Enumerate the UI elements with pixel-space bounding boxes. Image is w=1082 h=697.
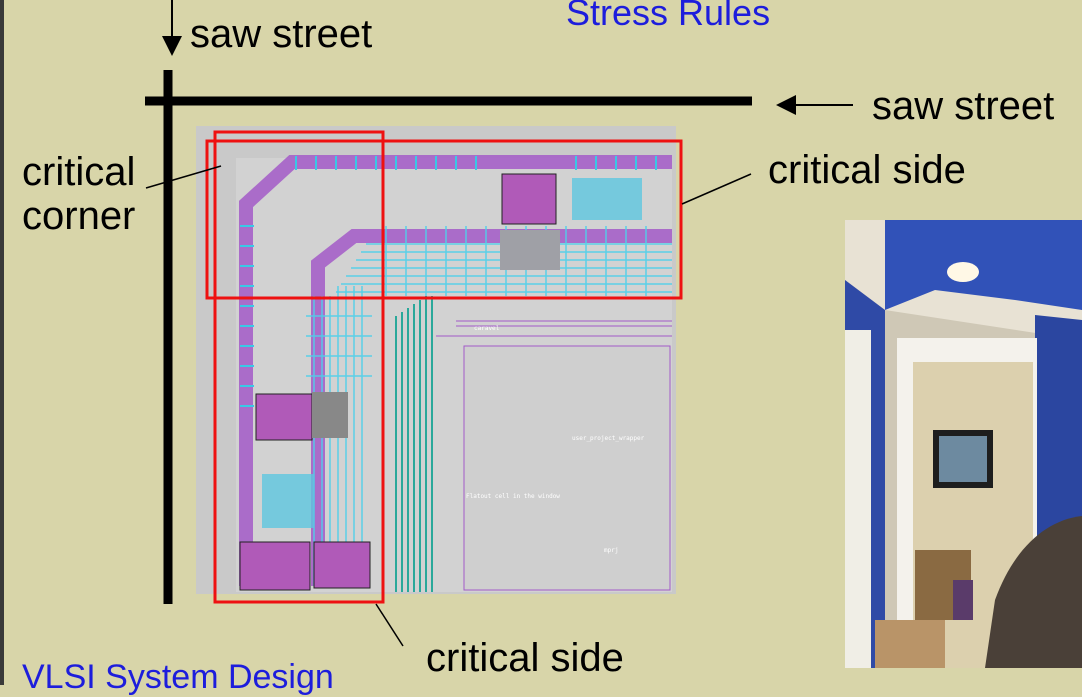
ceiling-light-icon <box>947 262 979 282</box>
webcam-image <box>845 220 1082 668</box>
critical-side-right-pointer <box>681 173 752 205</box>
webcam-feed <box>845 220 1082 668</box>
critical-region-top-box <box>205 139 683 300</box>
slide: Stress Rules saw street saw street criti… <box>0 0 1082 696</box>
critical-corner-pointer <box>145 165 222 189</box>
critical-region-left-box <box>213 130 385 604</box>
critical-side-bottom-pointer <box>375 603 404 647</box>
